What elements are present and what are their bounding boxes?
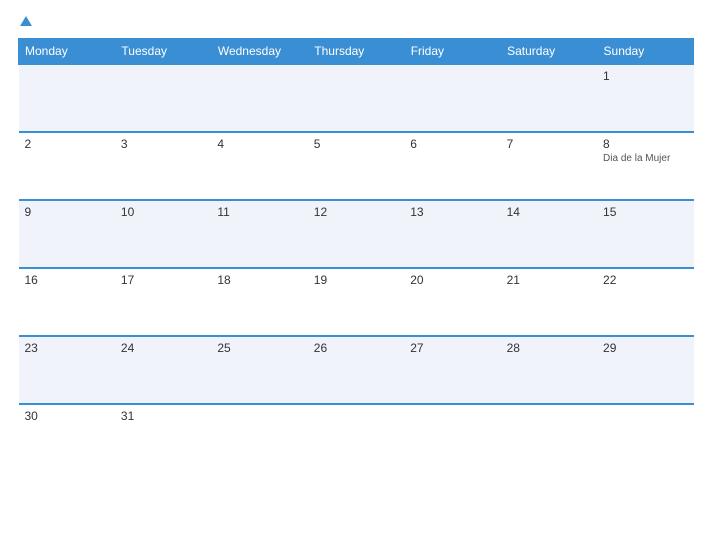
- day-number: 30: [25, 409, 109, 423]
- day-number: 16: [25, 273, 109, 287]
- calendar-table: Monday Tuesday Wednesday Thursday Friday…: [18, 38, 694, 472]
- day-number: 25: [217, 341, 301, 355]
- day-number: 11: [217, 205, 301, 219]
- day-number: 2: [25, 137, 109, 151]
- day-number: 6: [410, 137, 494, 151]
- logo-triangle-icon: [20, 16, 32, 26]
- calendar-cell: 18: [211, 268, 307, 336]
- day-number: 12: [314, 205, 398, 219]
- day-number: 5: [314, 137, 398, 151]
- calendar-cell: 21: [501, 268, 597, 336]
- calendar-cell: [404, 64, 500, 132]
- day-number: 1: [603, 69, 687, 83]
- logo: [18, 18, 32, 28]
- day-number: 21: [507, 273, 591, 287]
- day-number: 9: [25, 205, 109, 219]
- calendar-cell: [115, 64, 211, 132]
- day-number: 8: [603, 137, 687, 151]
- calendar-cell: 20: [404, 268, 500, 336]
- col-wednesday: Wednesday: [211, 39, 307, 65]
- day-number: 19: [314, 273, 398, 287]
- calendar-cell: [19, 64, 115, 132]
- day-number: 27: [410, 341, 494, 355]
- calendar-cell: [308, 404, 404, 472]
- col-friday: Friday: [404, 39, 500, 65]
- day-number: 10: [121, 205, 205, 219]
- calendar-cell: 5: [308, 132, 404, 200]
- day-number: 23: [25, 341, 109, 355]
- calendar-page: Monday Tuesday Wednesday Thursday Friday…: [0, 0, 712, 550]
- calendar-cell: 17: [115, 268, 211, 336]
- day-number: 29: [603, 341, 687, 355]
- calendar-cell: 12: [308, 200, 404, 268]
- day-number: 17: [121, 273, 205, 287]
- calendar-cell: 24: [115, 336, 211, 404]
- calendar-week-row: 30 31: [19, 404, 694, 472]
- day-number: 20: [410, 273, 494, 287]
- header: [18, 18, 694, 28]
- calendar-cell: 15: [597, 200, 693, 268]
- day-event: Dia de la Mujer: [603, 153, 687, 164]
- calendar-cell: 10: [115, 200, 211, 268]
- calendar-cell: 11: [211, 200, 307, 268]
- calendar-cell: [501, 404, 597, 472]
- col-sunday: Sunday: [597, 39, 693, 65]
- day-number: 15: [603, 205, 687, 219]
- calendar-cell: 29: [597, 336, 693, 404]
- calendar-cell: [308, 64, 404, 132]
- calendar-cell: [211, 64, 307, 132]
- col-monday: Monday: [19, 39, 115, 65]
- calendar-cell: [597, 404, 693, 472]
- calendar-week-row: 16 17 18 19 20 21 22: [19, 268, 694, 336]
- calendar-cell: 14: [501, 200, 597, 268]
- calendar-cell: [211, 404, 307, 472]
- calendar-cell: 28: [501, 336, 597, 404]
- day-number: 4: [217, 137, 301, 151]
- calendar-cell: 9: [19, 200, 115, 268]
- calendar-week-row: 23 24 25 26 27 28 29: [19, 336, 694, 404]
- calendar-week-row: 2345678 Dia de la Mujer: [19, 132, 694, 200]
- day-number: 31: [121, 409, 205, 423]
- calendar-cell: 25: [211, 336, 307, 404]
- calendar-cell: 7: [501, 132, 597, 200]
- calendar-cell: 2: [19, 132, 115, 200]
- calendar-cell: 1: [597, 64, 693, 132]
- calendar-week-row: 1: [19, 64, 694, 132]
- col-thursday: Thursday: [308, 39, 404, 65]
- calendar-cell: 27: [404, 336, 500, 404]
- day-number: 24: [121, 341, 205, 355]
- calendar-cell: [501, 64, 597, 132]
- calendar-cell: 13: [404, 200, 500, 268]
- calendar-header-row: Monday Tuesday Wednesday Thursday Friday…: [19, 39, 694, 65]
- calendar-cell: 19: [308, 268, 404, 336]
- calendar-cell: 23: [19, 336, 115, 404]
- calendar-cell: 31: [115, 404, 211, 472]
- calendar-cell: 3: [115, 132, 211, 200]
- calendar-cell: 4: [211, 132, 307, 200]
- calendar-week-row: 9 10 11 12 13 14 15: [19, 200, 694, 268]
- calendar-cell: [404, 404, 500, 472]
- day-number: 7: [507, 137, 591, 151]
- day-number: 28: [507, 341, 591, 355]
- day-number: 14: [507, 205, 591, 219]
- day-number: 18: [217, 273, 301, 287]
- day-number: 3: [121, 137, 205, 151]
- calendar-cell: 30: [19, 404, 115, 472]
- day-number: 22: [603, 273, 687, 287]
- calendar-cell: 22: [597, 268, 693, 336]
- col-tuesday: Tuesday: [115, 39, 211, 65]
- calendar-cell: 6: [404, 132, 500, 200]
- day-number: 13: [410, 205, 494, 219]
- calendar-cell: 16: [19, 268, 115, 336]
- calendar-cell: 8 Dia de la Mujer: [597, 132, 693, 200]
- calendar-cell: 26: [308, 336, 404, 404]
- col-saturday: Saturday: [501, 39, 597, 65]
- day-number: 26: [314, 341, 398, 355]
